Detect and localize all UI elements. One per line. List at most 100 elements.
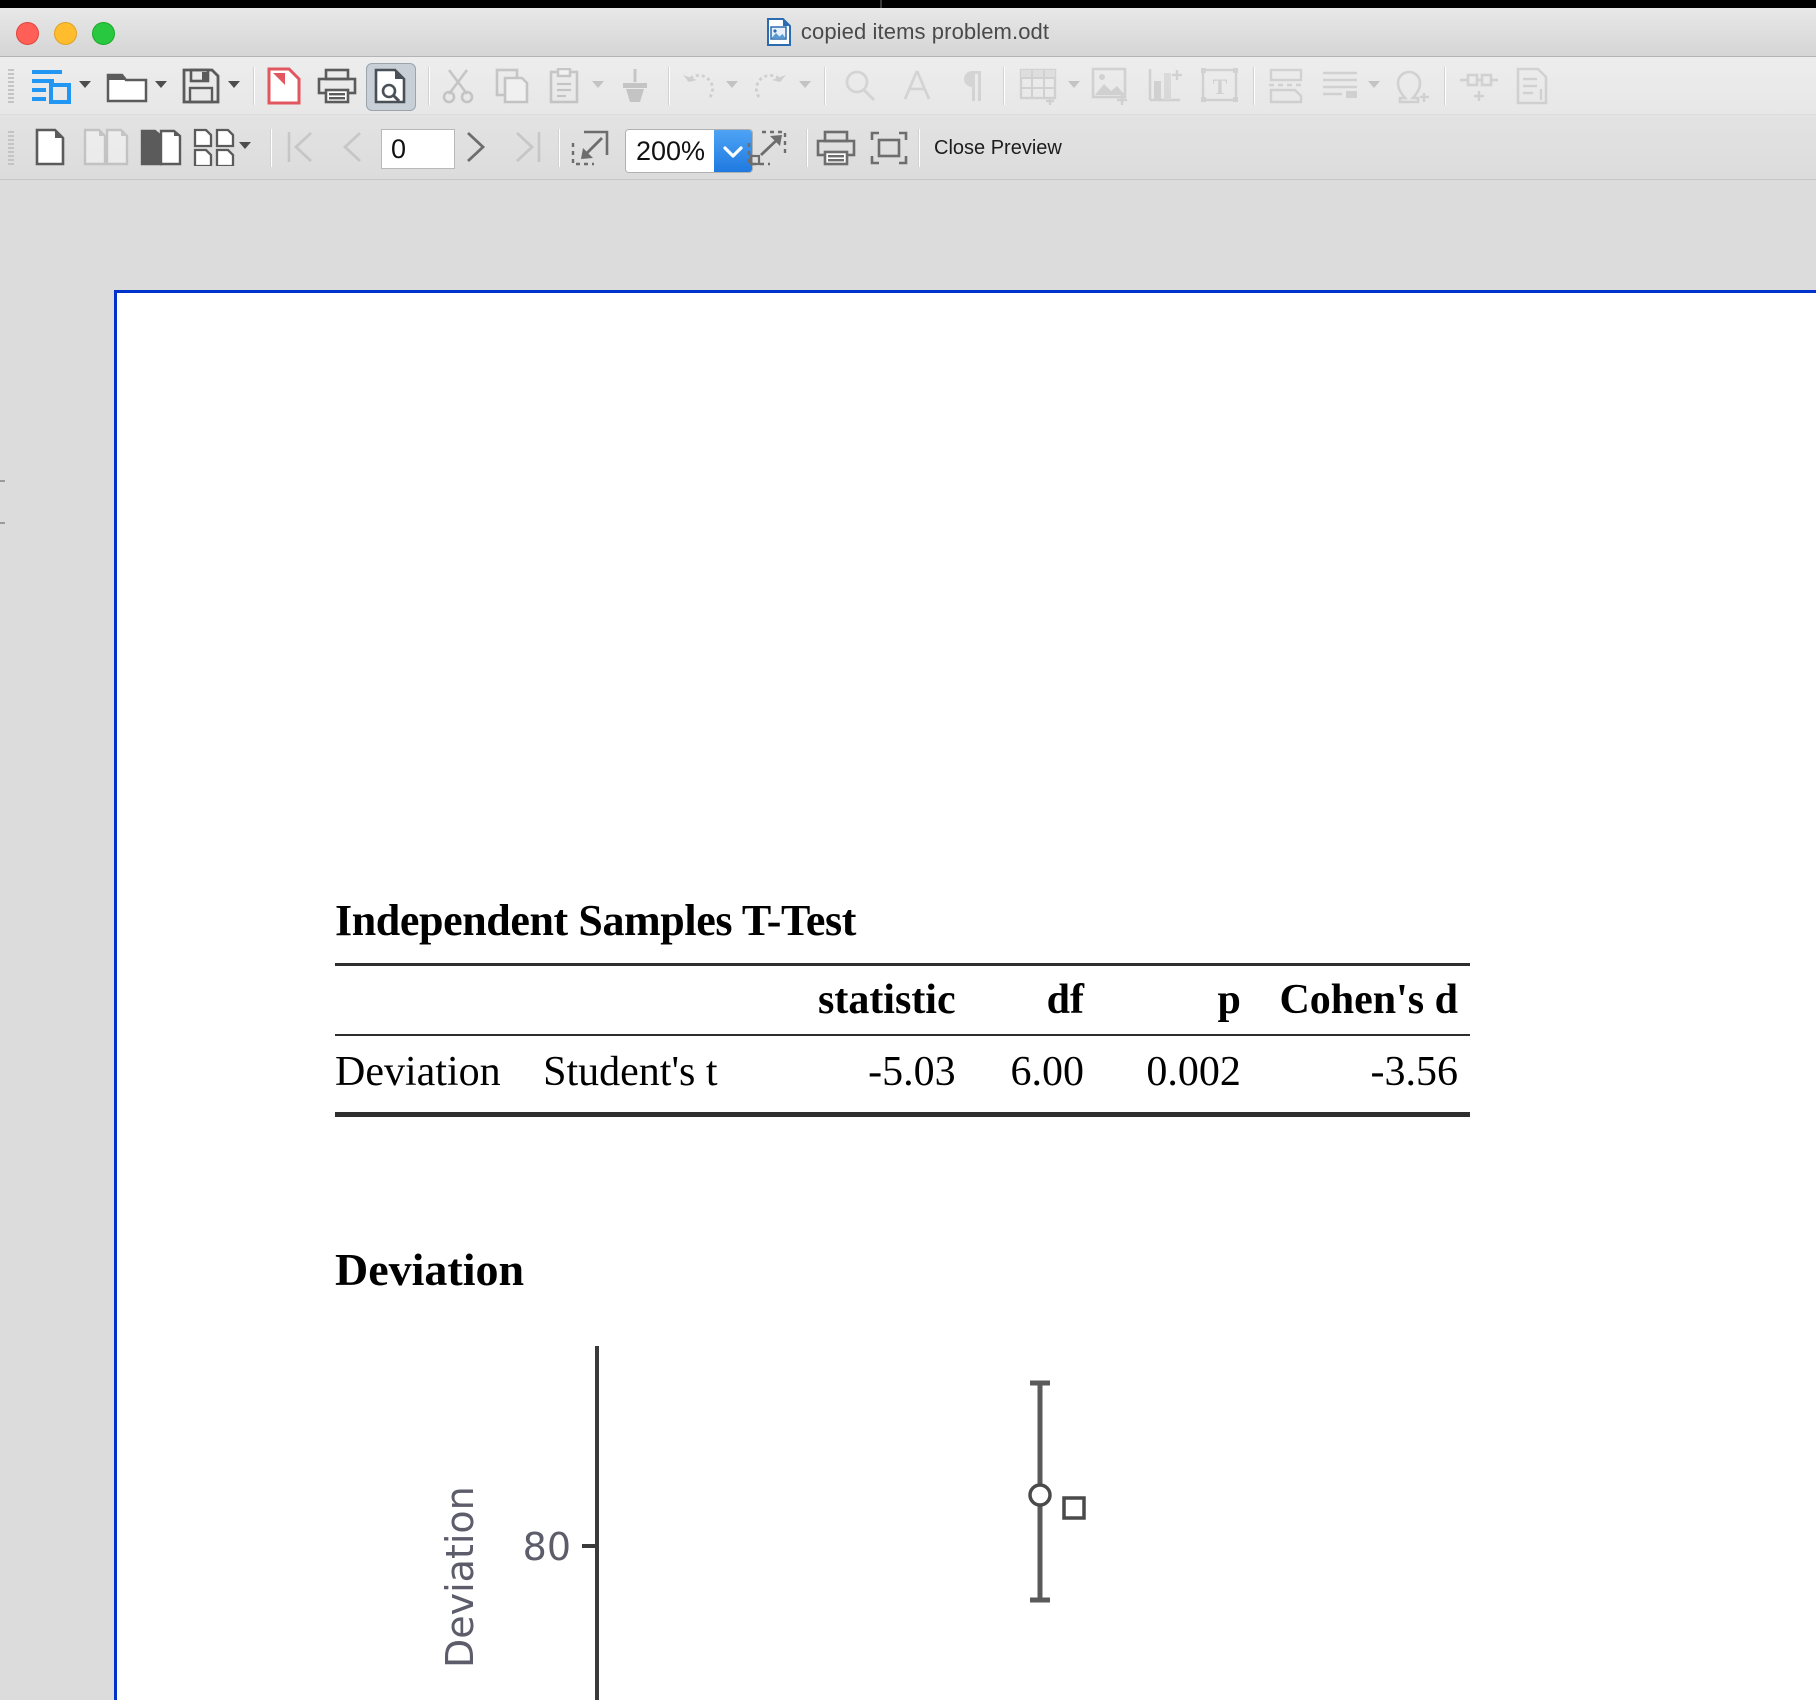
table-row: Deviation Student's t -5.03 6.00 0.002 -… <box>335 1035 1470 1115</box>
single-page-preview-icon[interactable] <box>28 125 72 169</box>
sidebar-toggle-icon[interactable] <box>26 65 76 107</box>
close-preview-button[interactable]: Close Preview <box>934 137 1062 160</box>
document-page[interactable]: Independent Samples T-Test statistic df … <box>114 290 1816 1700</box>
print-icon[interactable] <box>314 65 360 107</box>
deviation-plot: 80 Deviation <box>335 1338 1435 1700</box>
cell-cohens-d: -3.56 <box>1370 1049 1459 1095</box>
toolbar-separator <box>270 129 272 167</box>
special-character-icon <box>1388 65 1434 107</box>
insert-chart-icon <box>1143 65 1189 107</box>
book-preview-icon[interactable] <box>136 125 186 169</box>
toolbar-separator <box>1003 67 1005 105</box>
open-file-icon[interactable] <box>103 65 151 107</box>
previous-page-button[interactable] <box>332 127 372 167</box>
two-pages-preview-icon[interactable] <box>80 125 132 169</box>
chevron-down-icon[interactable] <box>228 81 240 88</box>
screen-edge-strip <box>0 0 1816 8</box>
col-p: p <box>1217 977 1241 1023</box>
toolbar-separator <box>1253 67 1255 105</box>
table-header-row: statistic df p Cohen's d <box>335 964 1470 1036</box>
screen-seam <box>880 0 882 8</box>
cell-variable: Deviation <box>335 1049 501 1095</box>
toolbar-separator <box>668 67 670 105</box>
cell-df: 6.00 <box>1010 1049 1084 1095</box>
chevron-down-icon <box>1068 81 1080 88</box>
insert-hyperlink-icon <box>1456 65 1502 107</box>
maximize-window-button[interactable] <box>92 22 115 45</box>
col-blank-1 <box>335 965 543 1036</box>
chevron-down-icon[interactable] <box>79 81 91 88</box>
save-icon[interactable] <box>178 65 224 107</box>
insert-footnote-icon <box>1510 65 1556 107</box>
insert-page-break-icon <box>1264 65 1310 107</box>
zoom-level-select[interactable]: 200% <box>625 129 754 173</box>
print-preview-canvas: Independent Samples T-Test statistic df … <box>0 180 1816 1700</box>
svg-text:T: T <box>1213 74 1228 99</box>
toolbar-separator <box>558 129 560 167</box>
formatting-marks-icon <box>948 65 992 107</box>
plot-y-tick-label-80: 80 <box>523 1525 571 1569</box>
col-statistic: statistic <box>817 977 956 1023</box>
toolbar-drag-handle[interactable] <box>8 131 14 165</box>
multiple-pages-preview-icon[interactable] <box>190 125 240 169</box>
close-window-button[interactable] <box>16 22 39 45</box>
zoom-level-value: 200% <box>626 130 715 172</box>
find-and-replace-icon <box>838 65 882 107</box>
insert-table-icon <box>1016 65 1064 107</box>
last-page-button[interactable] <box>508 127 548 167</box>
minimize-window-button[interactable] <box>54 22 77 45</box>
plot-observation-marker <box>1062 1496 1086 1520</box>
window-titlebar[interactable]: copied items problem.odt <box>0 8 1816 57</box>
main-toolbar: T <box>0 57 1816 115</box>
print-preview-toolbar: 0 200% Close Preview <box>0 115 1816 180</box>
zoom-in-button[interactable] <box>744 127 790 169</box>
toolbar-separator <box>918 129 920 167</box>
chevron-down-icon <box>726 81 738 88</box>
zoom-out-button[interactable] <box>568 127 612 169</box>
chevron-down-icon <box>592 81 604 88</box>
toolbar-separator <box>806 129 808 167</box>
plot-y-axis-label: Deviation <box>438 1486 482 1668</box>
first-page-button[interactable] <box>280 127 320 167</box>
cell-statistic: -5.03 <box>868 1049 956 1095</box>
cell-p: 0.002 <box>1146 1049 1241 1095</box>
export-pdf-icon[interactable] <box>262 65 306 107</box>
chevron-down-icon[interactable] <box>239 142 251 149</box>
chevron-down-icon <box>1368 81 1380 88</box>
document-file-icon <box>766 18 791 46</box>
print-preview-icon[interactable] <box>366 63 414 109</box>
spelling-icon <box>895 65 939 107</box>
col-cohens-d: Cohen's d <box>1279 977 1458 1023</box>
print-button[interactable] <box>814 127 858 169</box>
insert-field-icon <box>1317 65 1363 107</box>
chevron-down-icon[interactable] <box>155 81 167 88</box>
insert-text-box-icon: T <box>1197 65 1243 107</box>
col-df: df <box>1046 977 1084 1023</box>
col-blank-2 <box>543 965 786 1036</box>
canvas-edge-marks <box>0 480 6 600</box>
page-number-input[interactable]: 0 <box>381 129 455 169</box>
ttest-table: statistic df p Cohen's d Deviation Stude… <box>335 963 1470 1117</box>
next-page-button[interactable] <box>455 127 495 167</box>
clone-formatting-icon <box>613 65 657 107</box>
toolbar-separator <box>824 67 826 105</box>
toolbar-separator <box>253 67 255 105</box>
paste-icon <box>542 65 586 107</box>
plot-mean-marker <box>1028 1483 1052 1507</box>
libreoffice-writer-window: copied items problem.odt T 0 200% Close … <box>0 8 1816 1700</box>
toolbar-separator <box>428 67 430 105</box>
table-body: Deviation Student's t -5.03 6.00 0.002 -… <box>335 1035 1470 1115</box>
table-header: statistic df p Cohen's d <box>335 964 1470 1036</box>
page-number-value: 0 <box>391 133 407 164</box>
cut-icon <box>436 65 480 107</box>
cell-test-name: Student's t <box>543 1049 718 1095</box>
redo-icon <box>749 65 793 107</box>
toolbar-separator <box>1444 67 1446 105</box>
copy-icon <box>490 65 534 107</box>
plot-heading: Deviation <box>335 1244 525 1295</box>
window-title: copied items problem.odt <box>800 19 1050 44</box>
chevron-down-icon <box>799 81 811 88</box>
toolbar-drag-handle[interactable] <box>8 69 14 103</box>
undo-icon <box>676 65 720 107</box>
full-screen-button[interactable] <box>866 127 912 169</box>
